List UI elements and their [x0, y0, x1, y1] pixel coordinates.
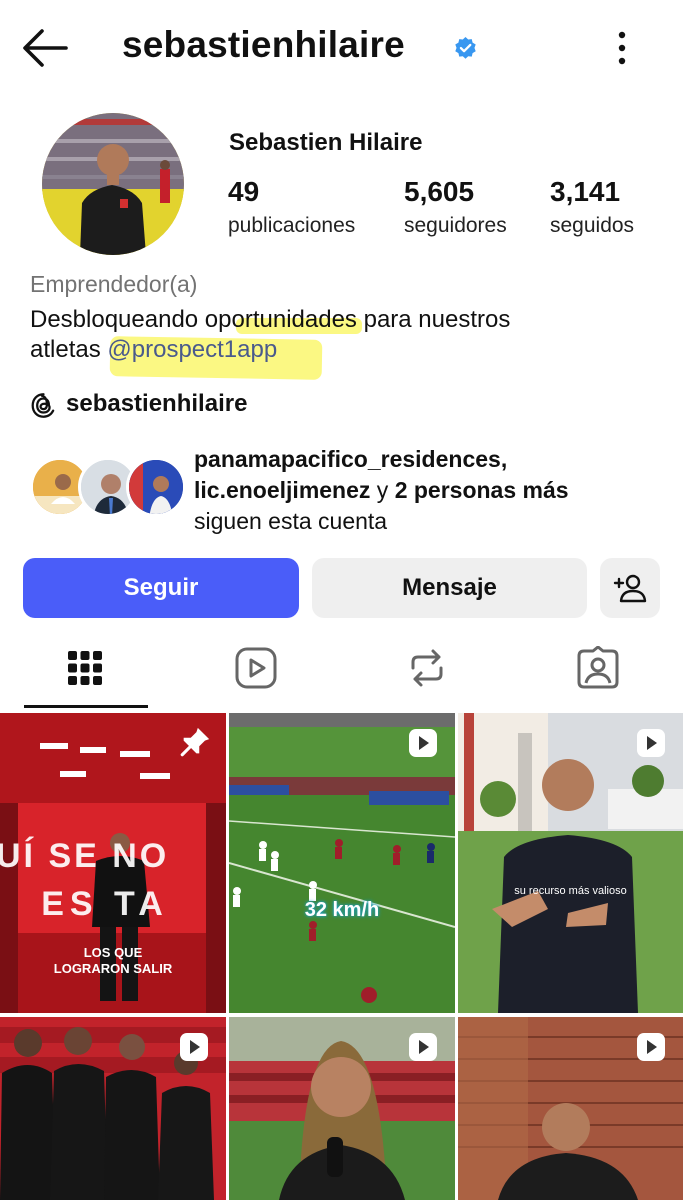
post-thumbnail[interactable] [0, 1017, 226, 1200]
more-options-icon[interactable] [606, 28, 638, 68]
wall-text: UÍ SE NO [0, 837, 170, 875]
profile-tabs [0, 630, 683, 710]
bio-line-2: atletas @prospect1app [30, 336, 277, 364]
threads-icon [31, 393, 55, 418]
mutual-follower-name: panamapacifico_residences, [194, 446, 508, 472]
following-count-stat[interactable]: 3,141 seguidos [550, 176, 634, 238]
grid-icon [68, 651, 102, 685]
profile-category: Emprendedor(a) [30, 271, 198, 297]
wall-text: ES TA [41, 885, 169, 923]
stat-number: 3,141 [550, 176, 621, 207]
profile-avatar[interactable] [42, 113, 184, 255]
bio-text: atletas [30, 336, 108, 363]
followers-count-stat[interactable]: 5,605 seguidores [404, 176, 507, 238]
mutual-follower-line: panamapacifico_residences, [194, 444, 569, 475]
bio-line-1: Desbloqueando oportunidades para nuestro… [30, 306, 511, 333]
display-name: Sebastien Hilaire [229, 129, 423, 156]
tab-tagged[interactable] [513, 630, 683, 706]
stat-label: seguidos [550, 214, 635, 237]
stat-label: seguidores [404, 214, 507, 237]
back-arrow-icon[interactable] [20, 26, 70, 70]
reel-icon [180, 1033, 208, 1061]
reel-icon [637, 729, 665, 757]
post-caption: su recurso más valioso [514, 885, 627, 897]
post-thumbnail[interactable]: UÍ SE NO ES TA LOS QUE LOGRARON SALIR [0, 713, 226, 1013]
pin-icon [180, 727, 210, 757]
verified-badge-icon [455, 37, 476, 59]
message-button[interactable]: Mensaje [312, 558, 587, 618]
profile-username-title: sebastienhilaire [122, 24, 405, 65]
suggested-accounts-button[interactable] [600, 558, 660, 618]
mutual-follower-name: lic.enoeljimenez [194, 477, 371, 503]
posts-count-stat[interactable]: 49 publicaciones [228, 176, 355, 238]
post-caption: LOGRARON SALIR [53, 961, 173, 976]
stat-number: 5,605 [404, 176, 475, 207]
stat-label: publicaciones [228, 214, 356, 237]
tagged-icon [577, 646, 619, 689]
tab-grid[interactable] [0, 630, 170, 706]
bio-mention-link[interactable]: @prospect1app [107, 336, 277, 363]
post-thumbnail[interactable] [229, 1017, 455, 1200]
post-caption: LOS QUE [83, 945, 143, 960]
avatar [126, 457, 186, 517]
avatar-photo [42, 113, 184, 255]
mutual-followers-avatars[interactable] [30, 457, 186, 519]
posts-grid: UÍ SE NO ES TA LOS QUE LOGRARON SALIR 32… [0, 713, 683, 1200]
reel-icon [409, 1033, 437, 1061]
follow-button[interactable]: Seguir [23, 558, 299, 618]
post-thumbnail[interactable]: su recurso más valioso [458, 713, 683, 1013]
connector-text: y [370, 477, 395, 503]
post-thumbnail[interactable] [458, 1017, 683, 1200]
speed-caption: 32 km/h [304, 899, 380, 921]
mutual-follower-line: siguen esta cuenta [194, 508, 388, 534]
active-tab-indicator [24, 705, 148, 708]
reel-icon [637, 1033, 665, 1061]
reel-icon [409, 729, 437, 757]
tab-reels[interactable] [171, 630, 341, 706]
mutual-followers-text[interactable]: panamapacifico_residences, lic.enoeljime… [194, 444, 569, 537]
tab-reposts[interactable] [342, 630, 512, 706]
stat-number: 49 [228, 176, 260, 207]
mutual-follower-line: lic.enoeljimenez y 2 personas más [194, 475, 569, 506]
post-thumbnail[interactable]: 32 km/h [229, 713, 455, 1013]
reels-icon [235, 647, 277, 689]
top-bar: sebastienhilaire [0, 0, 683, 96]
threads-handle: sebastienhilaire [66, 390, 248, 417]
others-count: 2 personas más [394, 477, 569, 503]
repost-icon [411, 649, 443, 687]
add-person-icon [613, 574, 647, 603]
